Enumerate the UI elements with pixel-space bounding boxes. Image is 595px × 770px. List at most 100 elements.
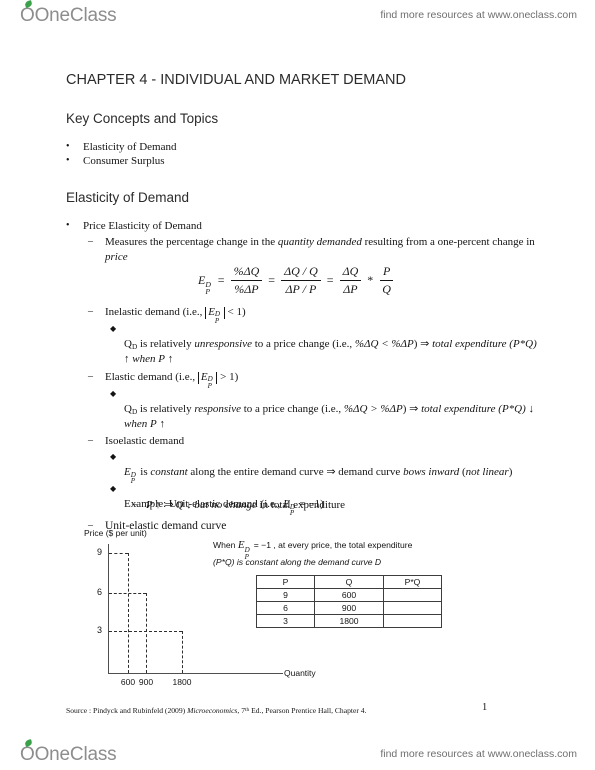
x-axis-line [108,673,283,675]
key-concepts-heading: Key Concepts and Topics [66,111,219,126]
page-content: CHAPTER 4 - INDIVIDUAL AND MARKET DEMAND… [0,30,595,738]
formula-fraction-3: ΔQ ΔP [339,264,362,297]
bullet-icon: • [66,141,70,152]
y-tick-3: 3 [96,625,102,635]
logo-class-text: Class [69,744,117,765]
formula-equals-2: = [268,273,276,287]
table-header-row: P Q P*Q [256,575,442,589]
dashed-line-q900 [146,593,147,673]
absolute-value-bars: EDP [205,306,225,324]
cell-q: 600 [314,588,384,602]
dash-icon: – [132,499,137,510]
cell-pq [383,614,442,628]
inelastic-detail-text: QD is relatively unresponsive to a price… [124,337,537,366]
pq-data-table: P Q P*Q 9 600 6 900 3 1800 [256,575,442,628]
logo-class-text: Class [69,5,117,26]
formula-fraction-2: ΔQ / Q ΔP / P [281,264,321,297]
elastic-demand-heading: Elastic demand (i.e., EDP > 1) [105,371,239,390]
table-row: 9 600 [256,588,442,602]
isoelastic-demand-heading: Isoelastic demand [105,435,185,447]
bullet-inelastic-detail: ◆ QD is relatively unresponsive to a pri… [110,322,538,367]
cell-pq [383,588,442,602]
bullet-elastic-detail: ◆ QD is relatively responsive to a price… [110,387,538,432]
logo-o-text: O [20,744,35,765]
elastic-detail-text: QD is relatively responsive to a price c… [124,402,535,431]
price-elasticity-formula: EDP = %ΔQ %ΔP = ΔQ / Q ΔP / P = ΔQ ΔP * … [0,264,595,297]
logo-o-text: O [20,5,35,26]
top-banner-tagline: find more resources at www.oneclass.com [380,9,577,21]
diamond-bullet-icon: ◆ [110,389,117,398]
bullet-isoelastic-demand: – Isoelastic demand [88,434,538,449]
bullet-isoelastic-constant: ◆ EDP is constant along the entire deman… [110,450,538,486]
isoelastic-constant-text: EDP is constant along the entire demand … [124,465,513,486]
bullet-price-elasticity: • Price Elasticity of Demand [66,219,536,234]
dash-icon: – [88,371,93,382]
dash-icon: – [88,306,93,317]
absolute-value-bars: EDP [197,371,218,389]
y-tick-6: 6 [96,587,102,597]
bullet-icon: • [66,155,70,166]
key-concept-item-elasticity: • Elasticity of Demand [66,140,536,155]
bullet-elastic-demand: – Elastic demand (i.e., EDP > 1) [88,370,538,390]
cell-q: 1800 [314,614,384,628]
table-row: 6 900 [256,601,442,615]
oneclass-logo-top: O One Class [20,0,117,27]
formula-equals-1: = [217,273,225,287]
logo-one-text: One [34,744,71,765]
key-concept-label: Consumer Surplus [83,155,165,167]
inelastic-demand-heading: Inelastic demand (i.e., EDP < 1) [105,306,246,325]
dashed-line-p9 [109,553,128,554]
formula-E-symbol: EDP [198,273,211,296]
quantity-demanded-emphasis: quantity demanded [277,236,362,248]
table-header-pq: P*Q [383,575,442,589]
source-title-italic: Microeconomics [187,706,238,715]
y-axis-title: Price ($ per unit) [84,528,147,538]
annotation-line-2: (P*Q) is constant along the demand curve… [213,557,382,568]
price-emphasis: price [105,250,128,263]
logo-o-letter: O [20,739,35,766]
x-axis-title: Quantity [284,668,316,678]
formula-equals-3: = [326,273,334,287]
table-header-p: P [256,575,315,589]
chapter-title: CHAPTER 4 - INDIVIDUAL AND MARKET DEMAND [66,72,406,88]
formula-fraction-4: P Q [379,264,394,297]
diamond-bullet-icon: ◆ [110,324,117,333]
cell-q: 900 [314,601,384,615]
cell-p: 6 [256,601,315,615]
cell-p: 3 [256,614,315,628]
cell-p: 9 [256,588,315,602]
oneclass-logo-bottom: O One Class [20,739,117,766]
price-elasticity-label: Price Elasticity of Demand [83,220,202,232]
elasticity-of-demand-heading: Elasticity of Demand [66,190,190,205]
source-citation: Source : Pindyck and Rubinfeld (2009) Mi… [66,706,367,715]
bullet-icon: • [66,220,70,231]
table-header-q: Q [314,575,384,589]
logo-one-text: One [34,5,71,26]
key-concept-label: Elasticity of Demand [83,141,177,153]
x-tick-900: 900 [138,677,154,687]
y-axis-line [108,544,110,674]
x-tick-1800: 1800 [172,677,192,687]
dashed-line-q600 [128,553,129,673]
dash-icon: – [88,236,93,247]
dash-icon: – [88,435,93,446]
dashed-line-q1800 [182,631,183,673]
measures-definition-text: Measures the percentage change in the qu… [105,236,535,263]
dashed-line-p6 [109,593,146,594]
annotation-line-1: When EDP = −1 , at every price, the tota… [213,539,413,561]
formula-multiply: * [367,273,374,287]
isoelastic-nochange-text: P ↑ ⇒ Q ↓ but no change in total expendi… [146,499,346,511]
bullet-measures-definition: – Measures the percentage change in the … [88,235,538,264]
logo-o-letter: O [20,0,35,27]
formula-fraction-1: %ΔQ %ΔP [230,264,263,297]
bottom-banner: O One Class find more resources at www.on… [0,738,595,768]
bottom-banner-tagline: find more resources at www.oneclass.com [380,748,577,760]
top-banner: O One Class find more resources at www.on… [0,0,595,30]
bullet-isoelastic-nochange: – P ↑ ⇒ Q ↓ but no change in total expen… [132,498,538,513]
diamond-bullet-icon: ◆ [110,452,117,461]
cell-pq [383,601,442,615]
key-concept-item-consumer-surplus: • Consumer Surplus [66,154,536,169]
y-tick-9: 9 [96,547,102,557]
dashed-line-p3 [109,631,182,632]
table-row: 3 1800 [256,614,442,628]
